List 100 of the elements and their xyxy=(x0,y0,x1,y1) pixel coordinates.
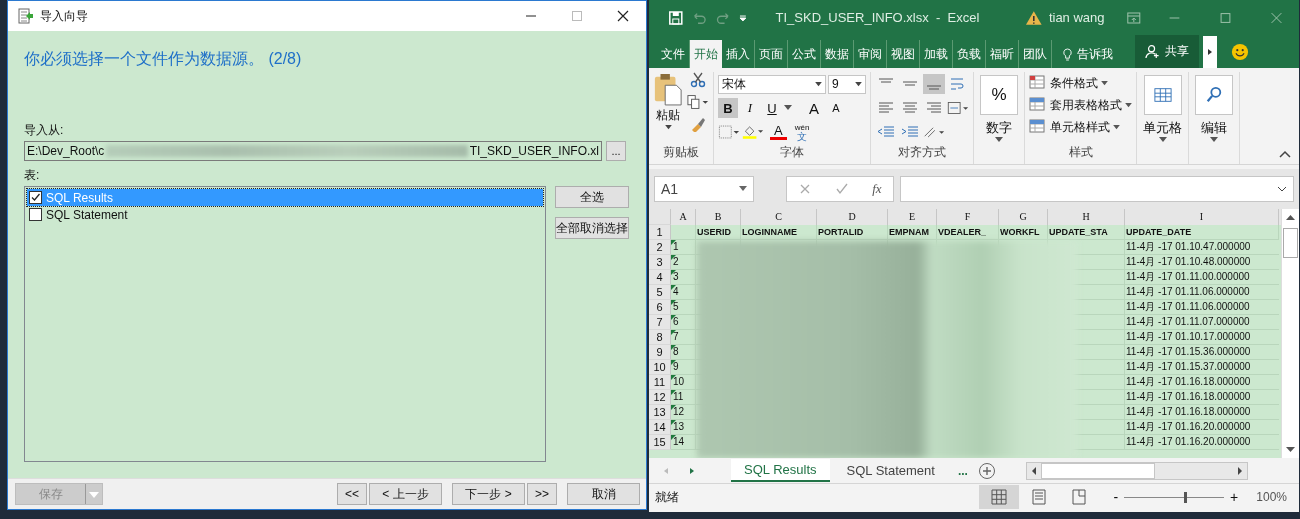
shrink-font-button[interactable]: A xyxy=(826,98,846,118)
ribbon-display-icon[interactable] xyxy=(1124,9,1143,26)
check-icon[interactable] xyxy=(835,182,850,196)
ribbon-tab[interactable]: 审阅 xyxy=(854,40,887,68)
column-header[interactable]: E xyxy=(888,209,937,225)
row-header[interactable]: 9 xyxy=(649,345,671,360)
row-header[interactable]: 12 xyxy=(649,390,671,405)
style-menu-button[interactable]: 单元格样式 xyxy=(1029,116,1132,138)
ribbon-tab[interactable]: 页面 xyxy=(755,40,788,68)
row-header[interactable]: 10 xyxy=(649,360,671,375)
search-icon[interactable] xyxy=(1195,75,1233,115)
font-color-button[interactable]: A xyxy=(770,124,787,140)
ribbon-tab[interactable]: 负载 xyxy=(953,40,986,68)
deselect-all-button[interactable]: 全部取消选择 xyxy=(555,217,629,239)
ribbon-tab[interactable]: 福昕 xyxy=(986,40,1019,68)
ribbon-tab[interactable]: 视图 xyxy=(887,40,920,68)
orientation-icon[interactable] xyxy=(923,124,945,140)
italic-button[interactable]: I xyxy=(740,98,760,118)
paste-label[interactable]: 粘贴 xyxy=(656,107,680,124)
style-menu-label[interactable]: 条件格式 xyxy=(1050,74,1098,92)
wizard-nav-button[interactable]: >> xyxy=(527,483,557,505)
sheet-tab[interactable]: SQL Results xyxy=(731,459,830,482)
scroll-thumb[interactable] xyxy=(1040,462,1155,479)
number-format-button[interactable]: % xyxy=(980,75,1018,115)
merge-icon[interactable] xyxy=(947,100,969,116)
caret-icon[interactable] xyxy=(739,186,747,192)
caret-icon[interactable] xyxy=(664,125,672,130)
caret-icon[interactable] xyxy=(995,137,1003,143)
add-sheet-icon[interactable] xyxy=(977,461,996,480)
fill-color-icon[interactable] xyxy=(742,124,764,140)
insert-function-button[interactable]: fx xyxy=(872,181,882,197)
ribbon-tab[interactable]: 加载 xyxy=(920,40,953,68)
row-header[interactable]: 1 xyxy=(649,225,671,240)
bold-button[interactable]: B xyxy=(718,98,738,118)
ribbon-tab[interactable]: 开始 xyxy=(690,40,722,68)
row-header[interactable]: 13 xyxy=(649,405,671,420)
caret-icon[interactable] xyxy=(1101,80,1108,86)
caret-icon[interactable] xyxy=(1125,102,1132,108)
formula-field[interactable] xyxy=(900,176,1294,202)
grid-view-icon[interactable] xyxy=(979,485,1020,509)
user-name[interactable]: tian wang xyxy=(1048,10,1105,25)
save-icon[interactable] xyxy=(667,9,685,26)
browse-button[interactable]: ... xyxy=(606,141,626,161)
font-size-field[interactable]: 9 xyxy=(828,74,866,94)
table-style-icon[interactable] xyxy=(1029,97,1047,113)
wizard-nav-button[interactable]: 下一步 > xyxy=(452,483,525,505)
collapse-ribbon-icon[interactable] xyxy=(1279,150,1291,158)
cells-icon[interactable] xyxy=(1143,75,1182,115)
ribbon-tab[interactable]: 公式 xyxy=(788,40,821,68)
wizard-nav-button[interactable]: << xyxy=(337,483,367,505)
smiley-icon[interactable] xyxy=(1231,43,1249,61)
style-menu-label[interactable]: 套用表格格式 xyxy=(1050,96,1122,114)
underline-button[interactable]: U xyxy=(762,98,782,118)
row-header[interactable]: 11 xyxy=(649,375,671,390)
table-style-icon[interactable] xyxy=(1029,119,1047,135)
row-header[interactable]: 5 xyxy=(649,285,671,300)
style-menu-label[interactable]: 单元格样式 xyxy=(1050,118,1110,136)
editing-label[interactable]: 编辑 xyxy=(1201,119,1227,137)
table-list-item[interactable]: SQL Statement xyxy=(27,206,543,223)
checkbox[interactable] xyxy=(29,208,42,221)
ribbon-tab[interactable]: 数据 xyxy=(821,40,854,68)
caret-icon[interactable] xyxy=(784,105,792,111)
ribbon-tab[interactable]: 团队 xyxy=(1019,40,1052,68)
wizard-nav-button[interactable]: < 上一步 xyxy=(369,483,442,505)
more-sheets-button[interactable]: ... xyxy=(957,463,968,478)
table-style-icon[interactable] xyxy=(1029,75,1047,91)
cells-label[interactable]: 单元格 xyxy=(1143,119,1182,137)
column-header[interactable]: G xyxy=(999,209,1048,225)
row-header[interactable]: 6 xyxy=(649,300,671,315)
zoom-in-button[interactable]: + xyxy=(1230,489,1239,505)
caret-icon[interactable] xyxy=(1158,137,1167,143)
row-header[interactable]: 7 xyxy=(649,315,671,330)
sheet-tab[interactable]: SQL Statement xyxy=(833,459,948,482)
share-button[interactable]: 共享 xyxy=(1135,35,1199,68)
row-header[interactable]: 2 xyxy=(649,240,671,255)
caret-icon[interactable] xyxy=(1210,137,1218,143)
cancel-button[interactable]: 取消 xyxy=(567,483,640,505)
customize-toolbar-icon[interactable] xyxy=(737,12,748,23)
select-all-button[interactable]: 全选 xyxy=(555,186,629,208)
style-menu-button[interactable]: 条件格式 xyxy=(1029,72,1132,94)
column-header[interactable]: H xyxy=(1048,209,1125,225)
caret-icon[interactable] xyxy=(815,81,822,87)
path-field[interactable]: E:\Dev_Root\c TI_SKD_USER_INFO.xl xyxy=(24,141,602,161)
style-menu-button[interactable]: 套用表格格式 xyxy=(1029,94,1132,116)
checkbox[interactable] xyxy=(29,191,42,204)
column-header[interactable]: F xyxy=(937,209,999,225)
column-header[interactable]: D xyxy=(817,209,888,225)
row-header[interactable]: 3 xyxy=(649,255,671,270)
caret-icon[interactable] xyxy=(855,81,862,87)
name-box[interactable]: A1 xyxy=(654,176,754,202)
ribbon-tab[interactable]: 插入 xyxy=(722,40,755,68)
zoom-level[interactable]: 100% xyxy=(1256,490,1287,504)
expand-icon[interactable] xyxy=(1277,186,1287,192)
caret-icon[interactable] xyxy=(1113,124,1120,130)
copy-icon[interactable] xyxy=(687,94,709,110)
border-icon[interactable] xyxy=(718,124,740,140)
horizontal-scrollbar[interactable] xyxy=(1025,461,1248,480)
tell-me-button[interactable]: 告诉我 xyxy=(1062,40,1113,68)
column-header[interactable]: I xyxy=(1125,209,1279,225)
column-header[interactable]: A xyxy=(671,209,696,225)
